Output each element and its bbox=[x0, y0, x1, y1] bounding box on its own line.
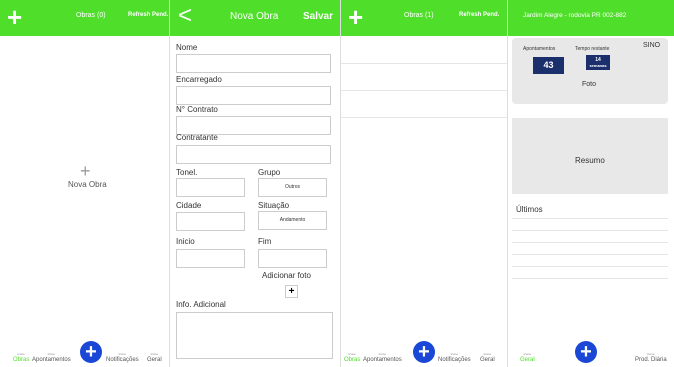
nav-notificacoes-label: Notificações bbox=[438, 357, 471, 363]
obras-icon: Icone bbox=[348, 352, 356, 356]
screen-obras-list: + Obras (1) Refresh Pend. Icone Obras Ic… bbox=[341, 0, 508, 367]
nav-obras[interactable]: Icone Obras bbox=[344, 352, 360, 363]
add-fab-button[interactable]: + bbox=[80, 341, 102, 363]
info-adicional-label: Info. Adicional bbox=[176, 300, 226, 309]
situacao-label: Situação bbox=[258, 201, 290, 210]
nav-obras-label: Obras bbox=[344, 357, 361, 363]
situacao-select[interactable]: Andamento bbox=[258, 211, 327, 230]
prod-diaria-icon: Icone bbox=[647, 352, 655, 356]
bottom-nav: Icone Obras Icone Apontamentos + Icone N… bbox=[0, 327, 169, 367]
list-divider bbox=[512, 230, 668, 231]
resumo-label: Resumo bbox=[575, 156, 605, 165]
nav-apontamentos[interactable]: Icone Apontamentos bbox=[32, 352, 71, 363]
top-bar: + Obras (0) Refresh Pend. bbox=[0, 0, 169, 36]
add-photo-button[interactable]: + bbox=[285, 285, 298, 298]
ultimos-heading: Últimos bbox=[516, 205, 543, 214]
back-arrow-icon[interactable]: < bbox=[178, 2, 192, 30]
nav-geral-label: Geral bbox=[147, 357, 162, 363]
cidade-field[interactable] bbox=[176, 212, 245, 231]
nova-obra-button[interactable]: Nova Obra bbox=[68, 180, 107, 189]
nav-prod-diaria-label: Prod. Diária bbox=[635, 357, 667, 363]
notificacoes-icon: Icone bbox=[450, 352, 459, 356]
bottom-nav: Icone Geral + Icone Prod. Diária bbox=[508, 327, 674, 367]
cidade-label: Cidade bbox=[176, 201, 202, 210]
nav-prod-diaria[interactable]: Icone Prod. Diária bbox=[635, 352, 667, 363]
nav-apontamentos-label: Apontamentos bbox=[363, 357, 402, 363]
list-divider bbox=[512, 242, 668, 243]
encarregado-label: Encarregado bbox=[176, 75, 222, 84]
fim-label: Fim bbox=[258, 237, 272, 246]
tempo-restante-label: Tempo restante bbox=[575, 46, 610, 52]
contratante-field[interactable] bbox=[176, 145, 331, 164]
page-title: Obras (0) bbox=[76, 12, 106, 19]
tempo-unit: semanas bbox=[589, 63, 607, 68]
plus-icon[interactable]: + bbox=[80, 162, 91, 180]
nav-obras-label: Obras bbox=[13, 357, 30, 363]
list-divider bbox=[512, 254, 668, 255]
grupo-select[interactable]: Outros bbox=[258, 178, 327, 197]
nav-apontamentos[interactable]: Icone Apontamentos bbox=[363, 352, 402, 363]
list-divider bbox=[341, 63, 507, 64]
geral-icon: Icone bbox=[150, 352, 158, 356]
add-icon[interactable]: + bbox=[7, 3, 22, 31]
page-title: Jardim Alegre - rodovia PR 002-882 bbox=[523, 12, 627, 19]
nav-geral[interactable]: Icone Geral bbox=[520, 352, 535, 363]
inicio-label: Inicio bbox=[176, 237, 195, 246]
top-bar: < Nova Obra Salvar bbox=[170, 0, 340, 36]
notificacoes-icon: Icone bbox=[118, 352, 127, 356]
list-divider bbox=[512, 278, 668, 279]
top-bar: + Obras (1) Refresh Pend. bbox=[341, 0, 507, 36]
nav-notificacoes-label: Notificações bbox=[106, 357, 139, 363]
apontamentos-label: Apontamentos bbox=[523, 46, 556, 52]
list-divider bbox=[341, 90, 507, 91]
refresh-pending-button[interactable]: Refresh Pend. bbox=[128, 12, 168, 18]
bell-icon[interactable]: SINO bbox=[643, 42, 660, 49]
grupo-label: Grupo bbox=[258, 168, 281, 177]
foto-label[interactable]: Foto bbox=[582, 81, 596, 88]
screen-obra-detail: Jardim Alegre - rodovia PR 002-882 Apont… bbox=[508, 0, 674, 367]
nome-label: Nome bbox=[176, 43, 198, 52]
nav-geral-label: Geral bbox=[520, 357, 535, 363]
info-adicional-textarea[interactable] bbox=[176, 312, 333, 359]
tempo-restante-value[interactable]: 14 semanas bbox=[586, 55, 610, 70]
list-divider bbox=[341, 117, 507, 118]
add-fab-button[interactable]: + bbox=[575, 341, 597, 363]
list-divider bbox=[512, 266, 668, 267]
nav-geral-label: Geral bbox=[480, 357, 495, 363]
nav-notificacoes[interactable]: Icone Notificações bbox=[106, 352, 139, 363]
obras-icon: Icone bbox=[17, 352, 25, 356]
screen-nova-obra-form: < Nova Obra Salvar Nome Encarregado N° C… bbox=[170, 0, 341, 367]
add-fab-button[interactable]: + bbox=[413, 341, 435, 363]
nav-apontamentos-label: Apontamentos bbox=[32, 357, 71, 363]
resumo-card[interactable]: Resumo bbox=[512, 118, 668, 194]
nav-geral[interactable]: Icone Geral bbox=[147, 352, 162, 363]
nav-obras[interactable]: Icone Obras bbox=[13, 352, 29, 363]
contratante-label: Contratante bbox=[176, 133, 218, 142]
nav-notificacoes[interactable]: Icone Notificações bbox=[438, 352, 471, 363]
apontamentos-count[interactable]: 43 bbox=[533, 57, 564, 74]
geral-icon: Icone bbox=[523, 352, 531, 356]
refresh-pending-button[interactable]: Refresh Pend. bbox=[459, 12, 499, 18]
screen-obras-list-empty: + Obras (0) Refresh Pend. + Nova Obra Ic… bbox=[0, 0, 170, 367]
fim-field[interactable] bbox=[258, 249, 327, 268]
save-button[interactable]: Salvar bbox=[303, 11, 333, 22]
summary-card: Apontamentos Tempo restante SINO 43 14 s… bbox=[512, 38, 668, 104]
contrato-label: N° Contrato bbox=[176, 105, 218, 114]
apontamentos-icon: Icone bbox=[47, 352, 56, 356]
page-title: Nova Obra bbox=[230, 11, 279, 22]
tonel-label: Tonel. bbox=[176, 168, 198, 177]
top-bar: Jardim Alegre - rodovia PR 002-882 bbox=[508, 0, 674, 36]
encarregado-field[interactable] bbox=[176, 86, 331, 105]
geral-icon: Icone bbox=[483, 352, 491, 356]
apontamentos-icon: Icone bbox=[378, 352, 387, 356]
bottom-nav: Icone Obras Icone Apontamentos + Icone N… bbox=[341, 327, 507, 367]
list-divider bbox=[512, 218, 668, 219]
page-title: Obras (1) bbox=[404, 12, 434, 19]
add-icon[interactable]: + bbox=[348, 3, 363, 31]
nav-geral[interactable]: Icone Geral bbox=[480, 352, 495, 363]
tonel-field[interactable] bbox=[176, 178, 245, 197]
nome-field[interactable] bbox=[176, 54, 331, 73]
inicio-field[interactable] bbox=[176, 249, 245, 268]
adicionar-foto-label: Adicionar foto bbox=[262, 271, 311, 280]
